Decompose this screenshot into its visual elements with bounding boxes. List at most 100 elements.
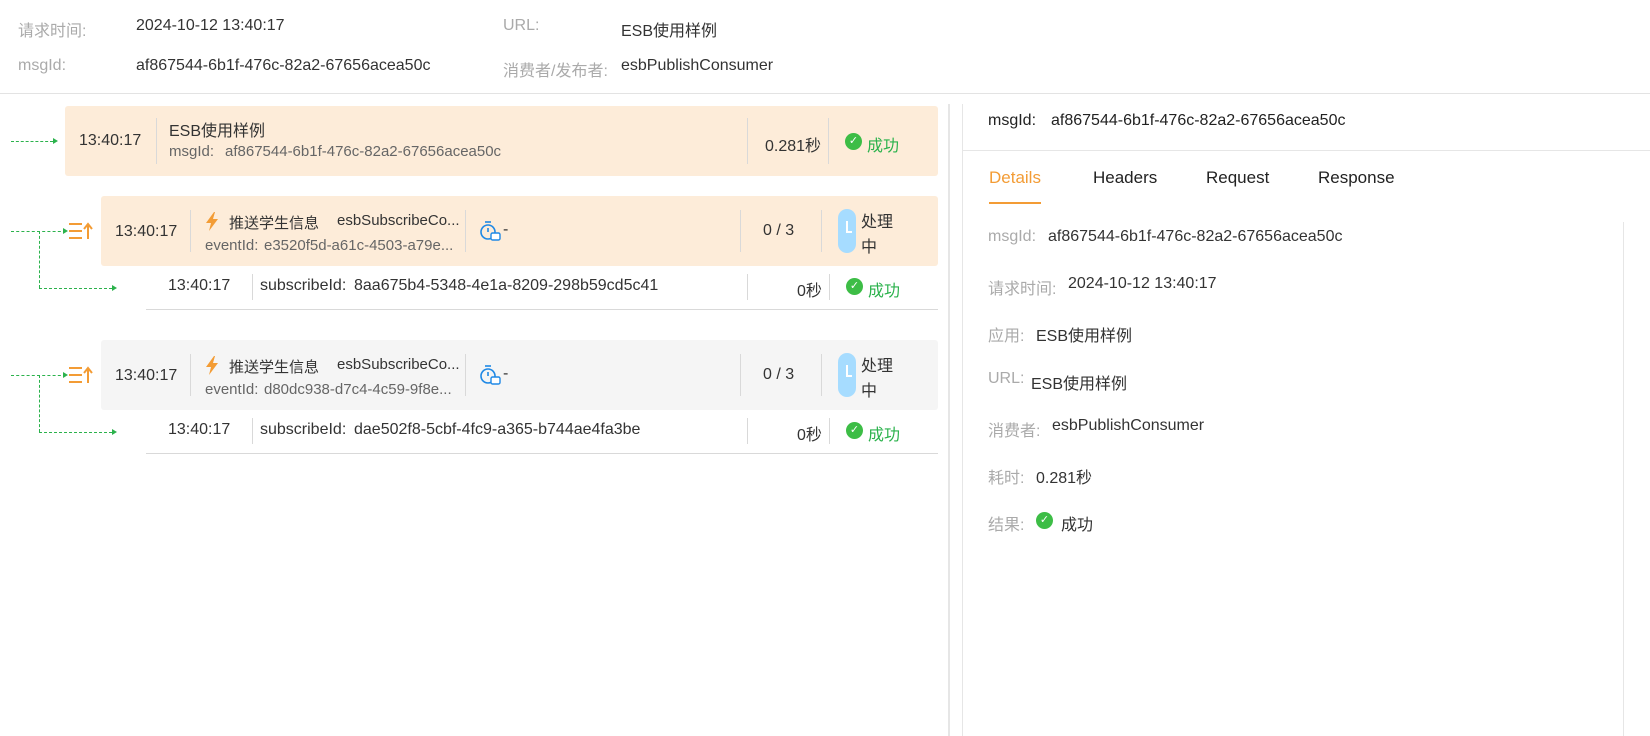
header-divider: [0, 93, 1650, 94]
event-subscriber: esbSubscribeCo...: [337, 212, 460, 229]
row-divider: [146, 309, 938, 310]
event-id-value: e3520f5d-a61c-4503-a79e...: [264, 237, 454, 254]
separator: [252, 418, 253, 444]
detail-msgid-value: af867544-6b1f-476c-82a2-67656acea50c: [1048, 228, 1343, 245]
separator: [190, 210, 191, 252]
event-time: 13:40:17: [115, 223, 178, 240]
detail-duration-value: 0.281秒: [1036, 470, 1093, 487]
separator: [156, 118, 157, 164]
root-time: 13:40:17: [79, 132, 142, 149]
subscribe-id-value: dae502f8-5cbf-4fc9-a365-b744ae4fa3be: [354, 421, 641, 438]
event-card[interactable]: 13:40:17 推送学生信息 esbSubscribeCo... eventI…: [101, 340, 938, 410]
event-2-arrow-icon: [63, 372, 68, 378]
detail-panel-border: [962, 104, 963, 736]
subscription-time: 13:40:17: [168, 277, 231, 294]
separator: [465, 210, 466, 252]
event-count: 0 / 3: [763, 366, 795, 383]
event-retry-value: -: [503, 365, 509, 382]
event-1-branch: [39, 231, 40, 288]
request-time-value: 2024-10-12 13:40:17: [136, 17, 285, 34]
lightning-icon: [206, 212, 218, 231]
event-retry-value: -: [503, 221, 509, 238]
root-message-card[interactable]: 13:40:17 ESB使用样例 msgId: af867544-6b1f-47…: [65, 106, 938, 176]
event-subscriber: esbSubscribeCo...: [337, 356, 460, 373]
separator: [465, 354, 466, 396]
detail-title-value: af867544-6b1f-476c-82a2-67656acea50c: [1051, 112, 1346, 129]
subscription-status: 成功: [868, 427, 901, 444]
detail-time-value: 2024-10-12 13:40:17: [1068, 275, 1217, 292]
separator: [828, 118, 829, 164]
separator: [740, 354, 741, 396]
tab-response[interactable]: Response: [1318, 168, 1395, 188]
list-upload-icon: [69, 222, 93, 239]
event-1-arrow-icon: [63, 228, 68, 234]
tab-details[interactable]: Details: [989, 168, 1041, 188]
subscribe-id-label: subscribeId:: [260, 277, 347, 294]
subscription-1-arrow-icon: [112, 285, 117, 291]
lightning-icon: [206, 356, 218, 375]
detail-app-value: ESB使用样例: [1036, 328, 1133, 345]
url-label: URL:: [503, 17, 540, 34]
detail-url-label: URL:: [988, 370, 1025, 387]
subscription-status: 成功: [868, 283, 901, 300]
clock-icon: [838, 209, 856, 253]
event-status-line1: 处理: [861, 214, 894, 231]
detail-consumer-label: 消费者:: [988, 423, 1041, 440]
panel-splitter[interactable]: [948, 104, 950, 736]
detail-consumer-value: esbPublishConsumer: [1052, 417, 1205, 434]
event-status-line2: 中: [861, 383, 878, 400]
event-status-line2: 中: [861, 239, 878, 256]
separator: [747, 118, 748, 164]
event-status-line1: 处理: [861, 358, 894, 375]
root-msgid-value: af867544-6b1f-476c-82a2-67656acea50c: [225, 143, 502, 160]
tab-request[interactable]: Request: [1206, 168, 1269, 188]
tab-headers[interactable]: Headers: [1093, 168, 1157, 188]
root-duration: 0.281秒: [765, 138, 822, 155]
subscription-duration: 0秒: [797, 283, 822, 300]
event-card[interactable]: 13:40:17 推送学生信息 esbSubscribeCo... eventI…: [101, 196, 938, 266]
root-title: ESB使用样例: [169, 123, 266, 140]
success-check-icon: ✓: [846, 422, 863, 439]
consumer-value: esbPublishConsumer: [621, 57, 774, 74]
subscription-2-connector: [39, 432, 112, 433]
detail-app-label: 应用:: [988, 328, 1025, 345]
msgid-label: msgId:: [18, 57, 67, 74]
detail-title-divider: [962, 150, 1650, 151]
separator: [252, 274, 253, 300]
event-name: 推送学生信息: [229, 215, 320, 232]
retry-timer-icon[interactable]: [479, 221, 501, 241]
subscription-time: 13:40:17: [168, 421, 231, 438]
separator: [190, 354, 191, 396]
separator: [821, 210, 822, 252]
separator: [829, 274, 830, 300]
subscription-1-connector: [39, 288, 112, 289]
detail-time-label: 请求时间:: [988, 281, 1057, 298]
retry-timer-icon[interactable]: [479, 365, 501, 385]
consumer-label: 消费者/发布者:: [503, 63, 608, 80]
subscription-2-arrow-icon: [112, 429, 117, 435]
success-check-icon: ✓: [846, 278, 863, 295]
success-check-icon: ✓: [1036, 512, 1053, 529]
separator: [829, 418, 830, 444]
root-connector: [11, 141, 53, 142]
clock-icon: [838, 353, 856, 397]
list-upload-icon: [69, 366, 93, 383]
url-value: ESB使用样例: [621, 23, 718, 40]
detail-url-value: ESB使用样例: [1031, 376, 1128, 393]
separator: [747, 274, 748, 300]
event-name: 推送学生信息: [229, 359, 320, 376]
root-arrow-icon: [53, 138, 58, 144]
subscribe-id-value: 8aa675b4-5348-4e1a-8209-298b59cd5c41: [354, 277, 659, 294]
detail-result-label: 结果:: [988, 517, 1025, 534]
msgid-value: af867544-6b1f-476c-82a2-67656acea50c: [136, 57, 431, 74]
subscribe-id-label: subscribeId:: [260, 421, 347, 438]
success-check-icon: ✓: [845, 133, 862, 150]
event-time: 13:40:17: [115, 367, 178, 384]
detail-msgid-label: msgId:: [988, 228, 1037, 245]
root-msgid-label: msgId:: [169, 143, 215, 160]
separator: [821, 354, 822, 396]
row-divider: [146, 453, 938, 454]
root-status: 成功: [867, 138, 900, 155]
detail-scrollbar[interactable]: [1623, 222, 1624, 736]
subscription-duration: 0秒: [797, 427, 822, 444]
